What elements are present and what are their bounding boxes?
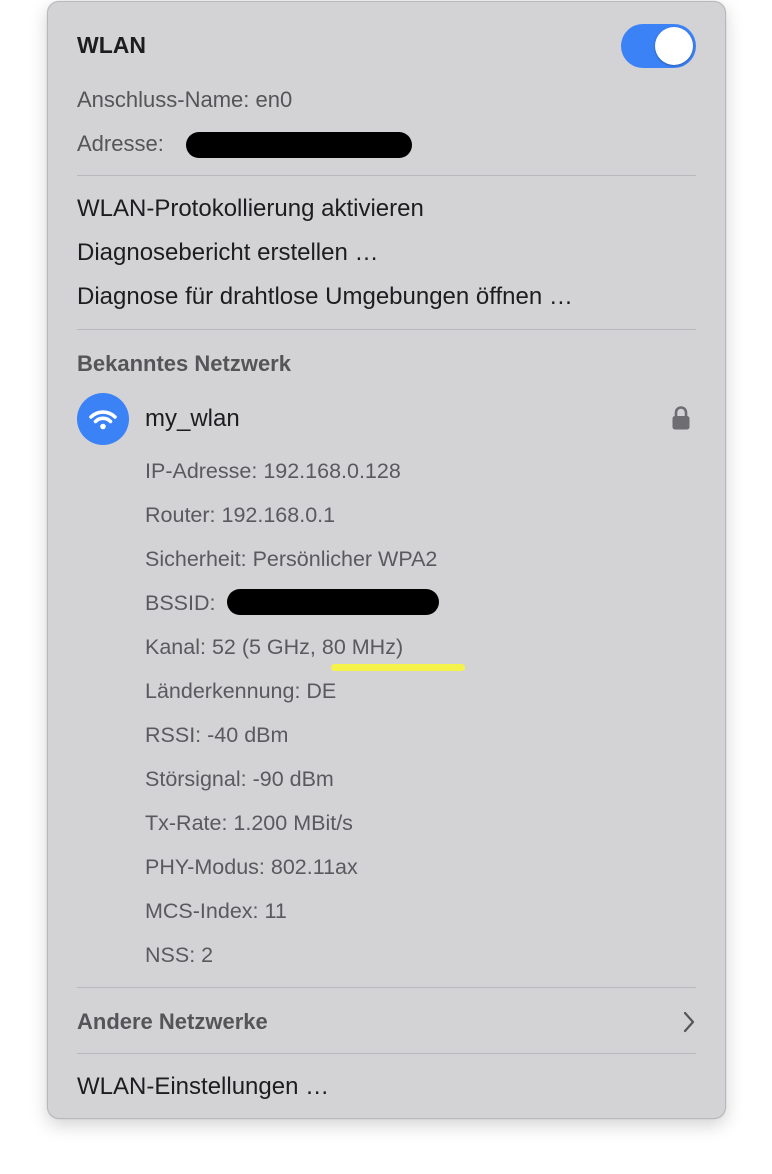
address-label: Adresse: [77, 131, 164, 156]
wlan-toggle[interactable] [621, 24, 696, 68]
bssid-redaction [227, 589, 439, 615]
rssi-label: RSSI: [145, 723, 202, 747]
detail-channel: Kanal: 52 (5 GHz, 80 MHz) [145, 635, 403, 660]
divider [77, 1053, 696, 1054]
wlan-title: WLAN [77, 32, 146, 58]
ip-label: IP-Adresse: [145, 459, 258, 483]
txrate-label: Tx-Rate: [145, 811, 228, 835]
interface-name-value: en0 [255, 87, 293, 112]
detail-mcs: MCS-Index: 11 [145, 899, 287, 924]
country-value: DE [306, 679, 337, 703]
phy-value: 802.11ax [270, 855, 358, 879]
detail-txrate: Tx-Rate: 1.200 MBit/s [145, 811, 353, 836]
router-value: 192.168.0.1 [221, 503, 336, 527]
address-redaction [186, 132, 412, 158]
nss-label: NSS: [145, 943, 196, 967]
security-label: Sicherheit: [145, 547, 247, 571]
mcs-label: MCS-Index: [145, 899, 259, 923]
detail-bssid: BSSID: [145, 591, 216, 616]
detail-router: Router: 192.168.0.1 [145, 503, 335, 528]
noise-value: -90 dBm [252, 767, 334, 791]
detail-nss: NSS: 2 [145, 943, 213, 968]
router-label: Router: [145, 503, 216, 527]
create-diagnostic-report-item[interactable]: Diagnosebericht erstellen … [77, 239, 379, 267]
detail-rssi: RSSI: -40 dBm [145, 723, 288, 748]
known-network-name[interactable]: my_wlan [145, 405, 240, 433]
bssid-label: BSSID: [145, 591, 216, 615]
detail-security: Sicherheit: Persönlicher WPA2 [145, 547, 437, 572]
interface-name-row: Anschluss-Name: en0 [77, 87, 292, 113]
security-value: Persönlicher WPA2 [252, 547, 438, 571]
country-label: Länderkennung: [145, 679, 301, 703]
noise-label: Störsignal: [145, 767, 247, 791]
channel-label: Kanal: [145, 635, 206, 659]
wlan-settings-item[interactable]: WLAN-Einstellungen … [77, 1073, 329, 1101]
divider [77, 987, 696, 988]
known-network-heading: Bekanntes Netzwerk [77, 351, 291, 376]
detail-phy: PHY-Modus: 802.11ax [145, 855, 358, 880]
phy-label: PHY-Modus: [145, 855, 265, 879]
rssi-value: -40 dBm [207, 723, 289, 747]
ip-value: 192.168.0.128 [263, 459, 401, 483]
lock-icon [672, 406, 690, 430]
detail-ip: IP-Adresse: 192.168.0.128 [145, 459, 401, 484]
interface-name-label: Anschluss-Name: [77, 87, 250, 112]
mcs-value: 11 [264, 899, 287, 923]
channel-value: 52 (5 GHz, 80 MHz) [211, 635, 404, 659]
enable-logging-item[interactable]: WLAN-Protokollierung aktivieren [77, 195, 424, 223]
detail-noise: Störsignal: -90 dBm [145, 767, 334, 792]
wifi-icon [89, 410, 117, 430]
txrate-value: 1.200 MBit/s [233, 811, 353, 835]
divider [77, 175, 696, 176]
wlan-menu-panel: WLAN Anschluss-Name: en0 Adresse: WLAN-P… [47, 1, 726, 1119]
chevron-right-icon[interactable] [681, 1010, 697, 1034]
detail-country: Länderkennung: DE [145, 679, 336, 704]
channel-highlight [331, 664, 465, 671]
network-wifi-badge[interactable] [77, 393, 129, 445]
address-row: Adresse: [77, 131, 164, 157]
open-wireless-diagnostics-item[interactable]: Diagnose für drahtlose Umgebungen öffnen… [77, 283, 573, 311]
other-networks-item[interactable]: Andere Netzwerke [77, 1009, 268, 1035]
nss-value: 2 [201, 943, 214, 967]
toggle-knob [655, 27, 693, 65]
divider [77, 329, 696, 330]
